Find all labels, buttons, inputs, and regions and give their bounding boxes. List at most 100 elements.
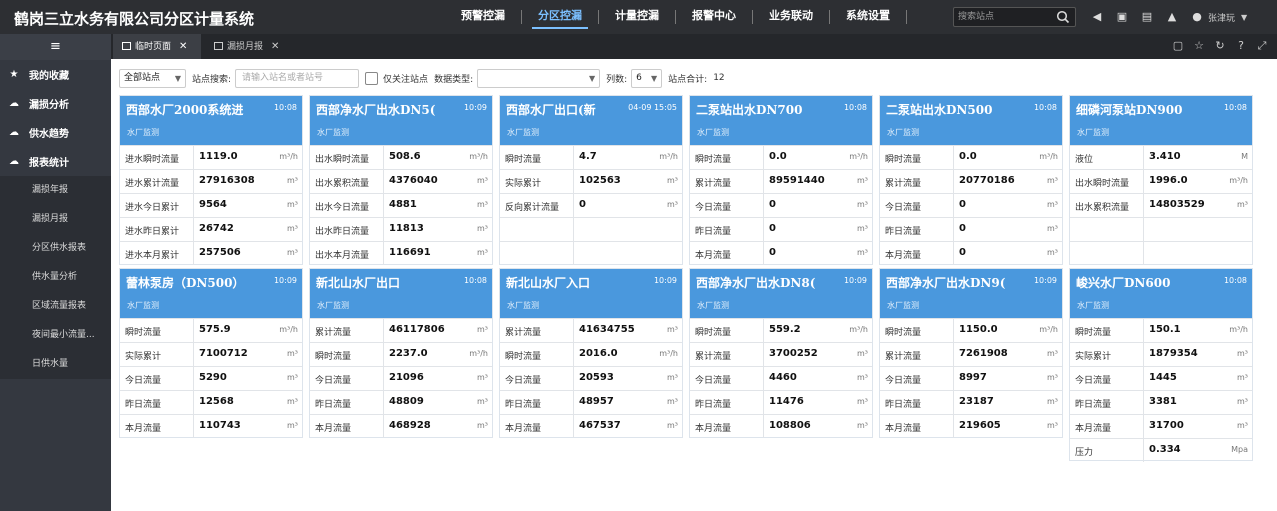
station-name[interactable]: 蕾林泵房（DN500） [126, 274, 266, 291]
menu-toggle-icon[interactable]: ≡ [0, 34, 111, 60]
speaker-icon[interactable]: ◀ [1090, 10, 1104, 24]
metric-unit: m³/h [849, 152, 868, 161]
metric-row: 进水累计流量 27916308 m³ [120, 169, 302, 193]
fullscreen-icon[interactable]: ▢ [1171, 39, 1185, 53]
sidebar-subitem-supply-analysis[interactable]: 供水量分析 [0, 263, 111, 292]
station-card[interactable]: 西部净水厂出水DN8(10:09 水厂监测 瞬时流量 559.2 m³/h 累计流量 370… [689, 268, 873, 438]
metric-unit: m³ [857, 349, 868, 358]
station-category: 水厂监测 [697, 128, 729, 137]
station-card-header[interactable]: 细磷河泵站DN900 10:08 水厂监测 [1070, 96, 1252, 145]
metric-value: 0 [959, 199, 966, 210]
station-card-header[interactable]: 二泵站出水DN500 10:08 水厂监测 [880, 96, 1062, 145]
nav-alarm-center[interactable]: 报警中心 [676, 0, 752, 34]
metric-label: 今日流量 [695, 203, 732, 213]
station-card[interactable]: 西部水厂2000系统进 10:08 水厂监测 进水瞬时流量 1119.0 m³/h 进水累计… [119, 95, 303, 265]
only-follow-checkbox[interactable] [365, 71, 379, 85]
station-card[interactable]: 蕾林泵房（DN500） 10:09 水厂监测 瞬时流量 575.9 m³/h 实际累计 710… [119, 268, 303, 438]
station-card-header[interactable]: 西部净水厂出水DN9(10:09 水厂监测 [880, 269, 1062, 318]
station-name[interactable]: 西部净水厂出水DN9( [886, 274, 1026, 291]
columns-select[interactable]: 6 ▼ [631, 68, 663, 88]
cell-divider [953, 367, 954, 390]
tab-temp-page[interactable]: 临时页面 ✕ [113, 34, 201, 59]
station-card-header[interactable]: 蕾林泵房（DN500） 10:09 水厂监测 [120, 269, 302, 318]
close-icon[interactable]: ✕ [271, 41, 279, 52]
station-card-header[interactable]: 西部净水厂出水DN8(10:09 水厂监测 [690, 269, 872, 318]
station-search-field[interactable] [235, 68, 360, 88]
station-name[interactable]: 西部水厂出口(新 [506, 101, 646, 118]
station-filter-select[interactable]: 全部站点 ▼ [119, 68, 186, 88]
cell-divider [383, 242, 384, 265]
metric-row: 累计流量 3700252 m³ [690, 342, 872, 366]
star-outline-icon[interactable]: ☆ [1192, 39, 1206, 53]
user-name[interactable]: 张津玩 [1208, 11, 1235, 24]
station-name[interactable]: 西部净水厂出水DN8( [696, 274, 836, 291]
screen-icon[interactable]: ▣ [1115, 10, 1129, 24]
sidebar-subitem-leak-monthly[interactable]: 漏损月报 [0, 205, 111, 234]
station-card-header[interactable]: 西部净水厂出水DN5(10:09 水厂监测 [310, 96, 492, 145]
station-name[interactable]: 峻兴水厂DN600 [1076, 274, 1216, 291]
station-name[interactable]: 新北山水厂入口 [506, 274, 646, 291]
metric-label: 昨日流量 [125, 400, 162, 410]
sidebar-subitem-area-flow[interactable]: 区域流量报表 [0, 292, 111, 321]
station-card[interactable]: 西部水厂出口(新 04-09 15:05 水厂监测 瞬时流量 4.7 m³/h 实际累计 10… [499, 95, 683, 265]
station-category: 水厂监测 [697, 301, 729, 310]
data-type-select[interactable]: ▼ [477, 68, 601, 88]
station-card[interactable]: 新北山水厂出口 10:08 水厂监测 累计流量 46117806 m³ 瞬时流量 2237.0… [309, 268, 493, 438]
nav-metering-control[interactable]: 计量控漏 [599, 0, 675, 34]
metric-row: 瞬时流量 150.1 m³/h [1070, 318, 1252, 342]
sidebar-item-reports[interactable]: ☁ 报表统计 [0, 147, 111, 176]
nav-business-link[interactable]: 业务联动 [753, 0, 829, 34]
sidebar-subitem-leak-annual[interactable]: 漏损年报 [0, 176, 111, 205]
bell-icon[interactable]: ▲ [1165, 10, 1179, 24]
station-card-header[interactable]: 二泵站出水DN700 10:08 水厂监测 [690, 96, 872, 145]
station-name[interactable]: 二泵站出水DN500 [886, 101, 1026, 118]
station-card[interactable]: 西部净水厂出水DN5(10:09 水厂监测 出水瞬时流量 508.6 m³/h 出水累积流… [309, 95, 493, 265]
sidebar-subitem-zone-supply[interactable]: 分区供水报表 [0, 234, 111, 263]
refresh-icon[interactable]: ↻ [1213, 39, 1227, 53]
nav-zone-control[interactable]: 分区控漏 [522, 0, 598, 34]
cell-divider [1143, 194, 1144, 217]
close-icon[interactable]: ✕ [179, 41, 187, 52]
expand-icon[interactable]: ⤢ [1255, 39, 1269, 53]
station-name[interactable]: 二泵站出水DN700 [696, 101, 836, 118]
station-card-header[interactable]: 西部水厂出口(新 04-09 15:05 水厂监测 [500, 96, 682, 145]
nav-early-warning[interactable]: 预警控漏 [445, 0, 521, 34]
station-name[interactable]: 西部水厂2000系统进 [126, 101, 266, 118]
app-title: 鹤岗三立水务有限公司分区计量系统 [14, 10, 255, 28]
station-search-input[interactable] [958, 10, 1052, 24]
metric-unit: m³ [1237, 200, 1248, 209]
station-name[interactable]: 细磷河泵站DN900 [1076, 101, 1216, 118]
help-icon[interactable]: ? [1234, 39, 1248, 53]
metric-value: 7261908 [959, 348, 1008, 359]
station-card[interactable]: 二泵站出水DN500 10:08 水厂监测 瞬时流量 0.0 m³/h 累计流量 207701… [879, 95, 1063, 265]
station-card-header[interactable]: 峻兴水厂DN600 10:08 水厂监测 [1070, 269, 1252, 318]
cell-divider [953, 319, 954, 342]
metric-value: 3381 [1149, 396, 1177, 407]
metric-label: 瞬时流量 [505, 352, 542, 362]
chevron-down-icon[interactable]: ▼ [1241, 13, 1247, 22]
station-card[interactable]: 峻兴水厂DN600 10:08 水厂监测 瞬时流量 150.1 m³/h 实际累计 18793… [1069, 268, 1253, 462]
search-icon[interactable] [1056, 10, 1070, 24]
metric-row: 进水昨日累计 26742 m³ [120, 217, 302, 241]
metric-unit: m³ [1047, 397, 1058, 406]
sidebar-subitem-night-min-flow[interactable]: 夜间最小流量... [0, 321, 111, 350]
station-card[interactable]: 细磷河泵站DN900 10:08 水厂监测 液位 3.410 M 出水瞬时流量 1996.0 m… [1069, 95, 1253, 265]
station-name[interactable]: 西部净水厂出水DN5( [316, 101, 456, 118]
nav-system-settings[interactable]: 系统设置 [830, 0, 906, 34]
station-card[interactable]: 新北山水厂入口 10:09 水厂监测 累计流量 41634755 m³ 瞬时流量 2016.0… [499, 268, 683, 438]
station-name[interactable]: 新北山水厂出口 [316, 274, 456, 291]
station-card[interactable]: 西部净水厂出水DN9(10:09 水厂监测 瞬时流量 1150.0 m³/h 累计流量 72… [879, 268, 1063, 438]
tab-leak-monthly[interactable]: 漏损月报 ✕ [205, 34, 295, 59]
station-card[interactable]: 二泵站出水DN700 10:08 水厂监测 瞬时流量 0.0 m³/h 累计流量 895914… [689, 95, 873, 265]
station-card-header[interactable]: 新北山水厂入口 10:09 水厂监测 [500, 269, 682, 318]
station-card-header[interactable]: 新北山水厂出口 10:08 水厂监测 [310, 269, 492, 318]
sidebar-item-leak-analysis[interactable]: ☁ 漏损分析 [0, 89, 111, 118]
document-icon[interactable]: ▤ [1140, 10, 1154, 24]
sidebar-subitem-daily-supply[interactable]: 日供水量 [0, 350, 111, 379]
metric-label: 累计流量 [695, 352, 732, 362]
station-card-header[interactable]: 西部水厂2000系统进 10:08 水厂监测 [120, 96, 302, 145]
sidebar-item-supply-trend[interactable]: ☁ 供水趋势 [0, 118, 111, 147]
user-icon[interactable]: ● [1190, 10, 1204, 24]
sidebar-item-favorites[interactable]: ★ 我的收藏 [0, 60, 111, 89]
metric-label: 压力 [1075, 448, 1094, 458]
